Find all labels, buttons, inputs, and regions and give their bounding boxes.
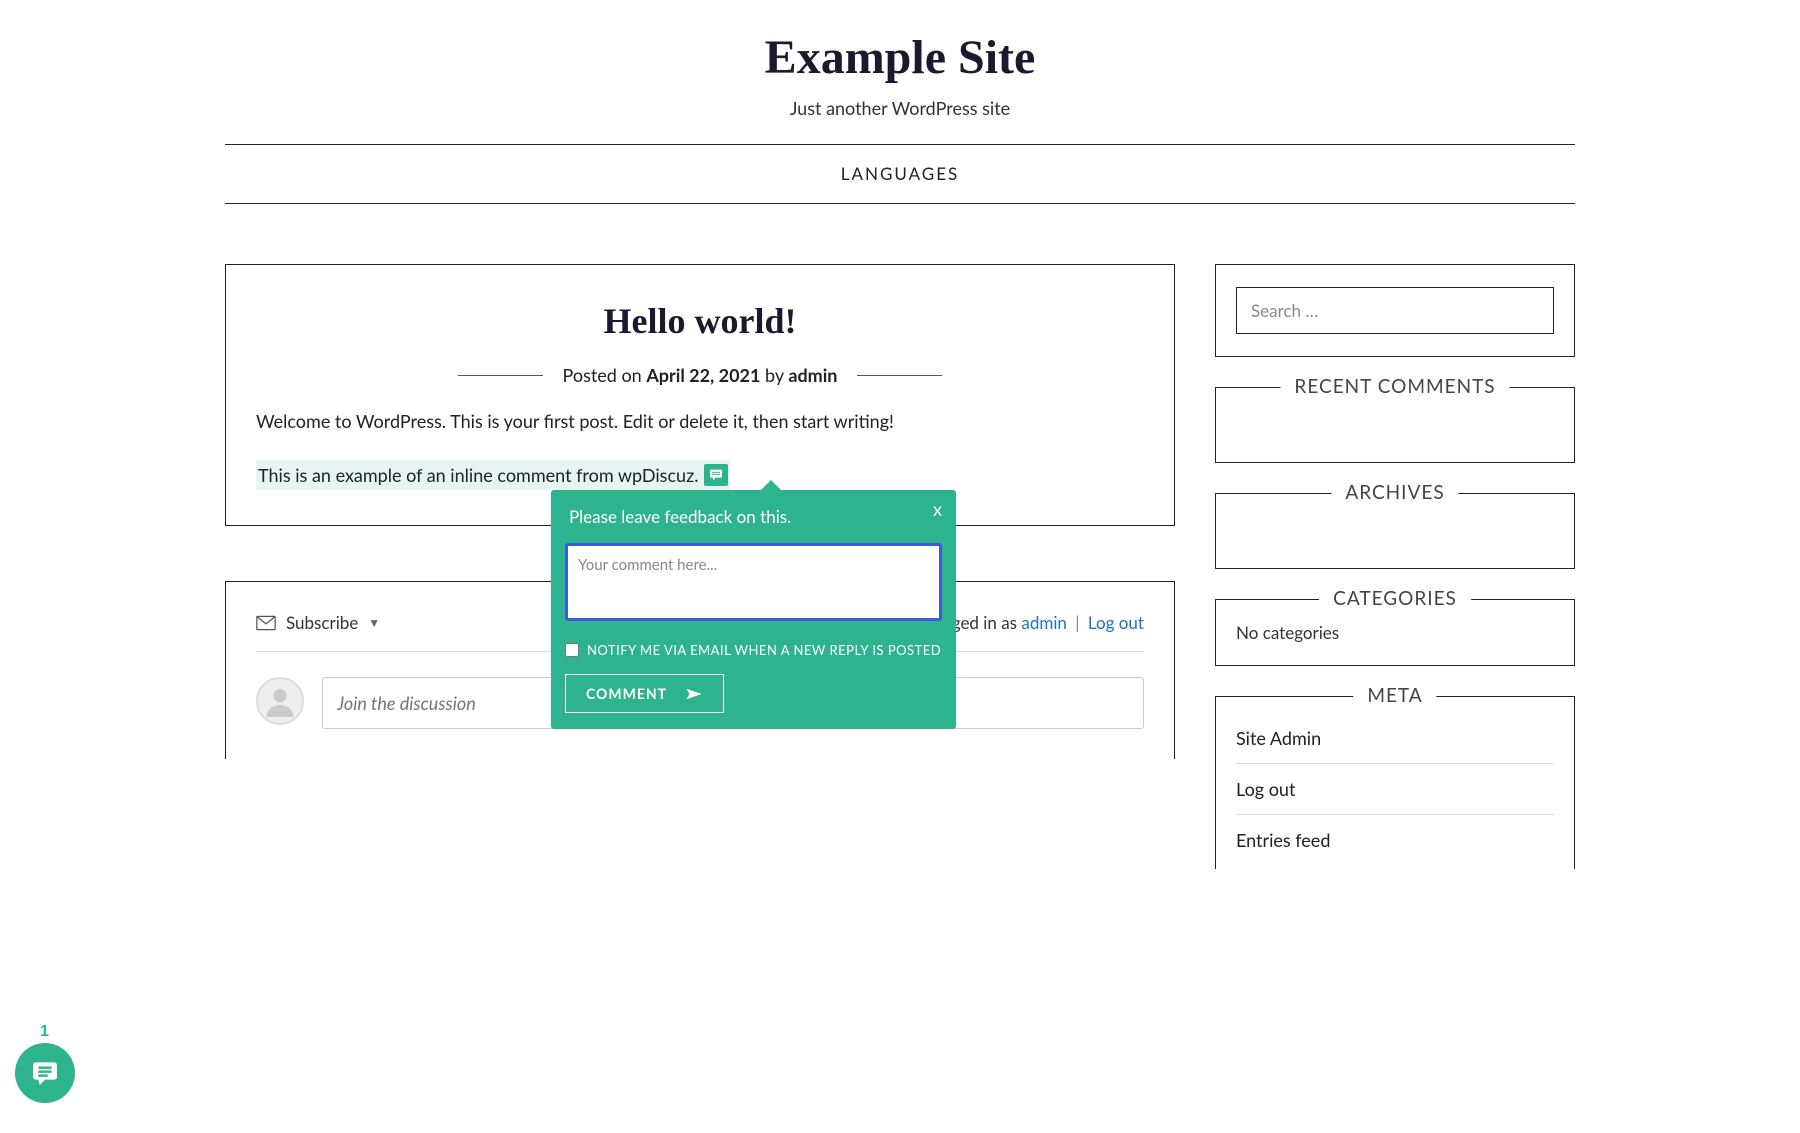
- post-author[interactable]: admin: [788, 364, 837, 386]
- popup-header: Please leave feedback on this. x: [551, 490, 956, 543]
- comment-submit-button[interactable]: COMMENT: [565, 674, 724, 713]
- send-icon: [685, 687, 703, 701]
- subscribe-toggle[interactable]: Subscribe ▼: [256, 612, 380, 633]
- comment-textarea[interactable]: [565, 543, 942, 621]
- logout-link[interactable]: Log out: [1088, 612, 1144, 633]
- login-user-link[interactable]: admin: [1021, 612, 1067, 633]
- post-title[interactable]: Hello world!: [256, 300, 1144, 342]
- widget-title-archives: ARCHIVES: [1331, 481, 1458, 504]
- post-body: Welcome to WordPress. This is your first…: [256, 408, 1144, 435]
- float-comment-count: 1: [40, 1023, 49, 1041]
- site-title[interactable]: Example Site: [225, 30, 1575, 85]
- main-nav: LANGUAGES: [225, 144, 1575, 204]
- envelope-icon: [256, 615, 276, 631]
- avatar: [256, 677, 304, 725]
- categories-widget: CATEGORIES No categories: [1215, 599, 1575, 666]
- feedback-popup: Please leave feedback on this. x NOTIFY …: [551, 490, 956, 729]
- meta-prefix: Posted on: [563, 364, 647, 386]
- post-meta: Posted on April 22, 2021 by admin: [256, 364, 1144, 386]
- inline-comment: This is an example of an inline comment …: [256, 460, 730, 490]
- notify-row: NOTIFY ME VIA EMAIL WHEN A NEW REPLY IS …: [565, 642, 942, 658]
- meta-link-logout[interactable]: Log out: [1236, 764, 1554, 815]
- search-widget: [1215, 264, 1575, 357]
- search-input[interactable]: [1236, 287, 1554, 334]
- post-article: Hello world! Posted on April 22, 2021 by…: [225, 264, 1175, 526]
- no-categories-text: No categories: [1236, 622, 1554, 643]
- notify-checkbox[interactable]: [565, 643, 579, 657]
- widget-body-empty: [1236, 516, 1554, 546]
- post-date[interactable]: April 22, 2021: [646, 364, 760, 386]
- float-comment-button[interactable]: [15, 1043, 75, 1103]
- post-meta-text: Posted on April 22, 2021 by admin: [563, 364, 838, 386]
- meta-by: by: [760, 364, 788, 386]
- main-content: Hello world! Posted on April 22, 2021 by…: [225, 264, 1175, 759]
- chat-icon[interactable]: [704, 464, 728, 486]
- site-tagline: Just another WordPress site: [225, 97, 1575, 119]
- meta-link-site-admin[interactable]: Site Admin: [1236, 719, 1554, 764]
- chat-bubble-icon: [29, 1057, 61, 1089]
- popup-body: NOTIFY ME VIA EMAIL WHEN A NEW REPLY IS …: [551, 543, 956, 729]
- meta-widget: META Site Admin Log out Entries feed: [1215, 696, 1575, 869]
- widget-title-recent-comments: RECENT COMMENTS: [1280, 375, 1509, 398]
- sidebar: RECENT COMMENTS ARCHIVES CATEGORIES No c…: [1215, 264, 1575, 899]
- subscribe-label: Subscribe: [286, 612, 358, 633]
- widget-title-categories: CATEGORIES: [1319, 587, 1471, 610]
- nav-item-languages[interactable]: LANGUAGES: [841, 163, 960, 184]
- meta-list: Site Admin Log out Entries feed: [1236, 719, 1554, 865]
- meta-divider-left: [458, 375, 543, 376]
- caret-down-icon: ▼: [368, 615, 380, 630]
- archives-widget: ARCHIVES: [1215, 493, 1575, 569]
- meta-divider-right: [857, 375, 942, 376]
- close-icon[interactable]: x: [933, 498, 942, 520]
- site-header: Example Site Just another WordPress site…: [225, 0, 1575, 224]
- meta-link-entries-feed[interactable]: Entries feed: [1236, 815, 1554, 865]
- user-icon: [264, 685, 296, 717]
- widget-body-empty: [1236, 410, 1554, 440]
- popup-prompt: Please leave feedback on this.: [569, 506, 791, 527]
- submit-label: COMMENT: [586, 685, 667, 702]
- widget-title-meta: META: [1353, 684, 1436, 707]
- notify-label[interactable]: NOTIFY ME VIA EMAIL WHEN A NEW REPLY IS …: [587, 642, 941, 658]
- recent-comments-widget: RECENT COMMENTS: [1215, 387, 1575, 463]
- separator: |: [1071, 612, 1084, 633]
- inline-comment-text: This is an example of an inline comment …: [258, 464, 698, 486]
